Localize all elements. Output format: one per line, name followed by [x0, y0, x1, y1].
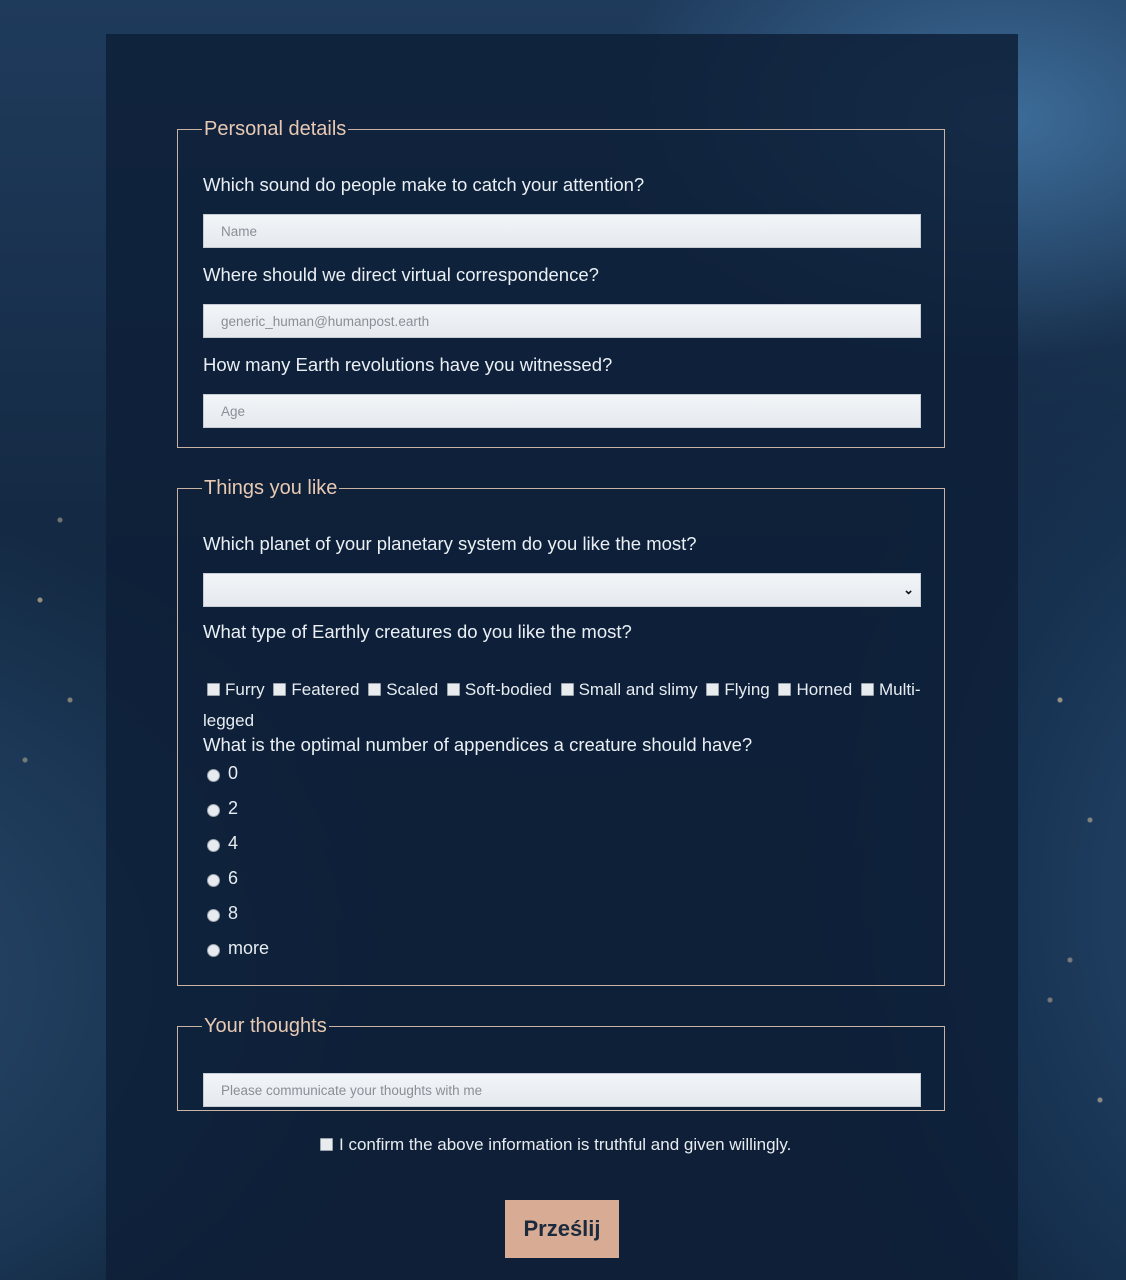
things-you-like-fieldset: Things you like Which planet of your pla…: [177, 476, 945, 986]
checkbox-label: Flying: [724, 680, 770, 699]
survey-form-panel: Personal details Which sound do people m…: [106, 34, 1018, 1280]
radio-button[interactable]: [207, 944, 220, 957]
checkbox-label: Furry: [225, 680, 265, 699]
age-question-label: How many Earth revolutions have you witn…: [203, 354, 613, 375]
appendices-option-0[interactable]: 0: [207, 761, 238, 785]
radio-button[interactable]: [207, 874, 220, 887]
creature-option-flying[interactable]: Flying: [702, 680, 770, 699]
checkbox[interactable]: [860, 683, 874, 696]
radio-button[interactable]: [207, 769, 220, 782]
chevron-down-icon: ⌄: [903, 582, 914, 597]
email-question-label: Where should we direct virtual correspon…: [203, 264, 599, 285]
radio-button[interactable]: [207, 839, 220, 852]
radio-label: 2: [228, 798, 239, 818]
name-input-placeholder: Name: [221, 223, 258, 239]
your-thoughts-fieldset: Your thoughts Please communicate your th…: [177, 1014, 945, 1111]
checkbox-label: Small and slimy: [578, 680, 698, 699]
radio-label: 0: [228, 763, 239, 783]
creatures-checkbox-group: Furry Featered Scaled Soft-bodied Small …: [203, 674, 923, 736]
checkbox[interactable]: [368, 683, 382, 696]
confirm-label: I confirm the above information is truth…: [339, 1135, 792, 1154]
radio-button[interactable]: [207, 804, 220, 817]
radio-label: 6: [228, 868, 239, 888]
creature-option-soft-bodied[interactable]: Soft-bodied: [443, 680, 552, 699]
personal-details-legend: Personal details: [204, 118, 347, 140]
checkbox[interactable]: [560, 683, 574, 696]
email-input[interactable]: generic_human@humanpost.earth: [203, 304, 921, 338]
checkbox[interactable]: [446, 683, 460, 696]
planet-select[interactable]: ⌄: [203, 573, 921, 607]
name-input[interactable]: Name: [203, 214, 921, 248]
checkbox-label: Horned: [796, 680, 853, 699]
planet-question-label: Which planet of your planetary system do…: [203, 533, 697, 554]
creature-option-featered[interactable]: Featered: [269, 680, 359, 699]
things-you-like-legend: Things you like: [204, 477, 338, 499]
radio-button[interactable]: [207, 909, 220, 922]
checkbox-label: Scaled: [386, 680, 439, 699]
appendices-option-8[interactable]: 8: [207, 901, 238, 925]
name-question-label: Which sound do people make to catch your…: [203, 174, 645, 195]
radio-label: 8: [228, 903, 239, 923]
confirm-checkbox[interactable]: [320, 1138, 333, 1151]
appendices-option-4[interactable]: 4: [207, 831, 238, 855]
checkbox[interactable]: [273, 683, 287, 696]
creature-option-scaled[interactable]: Scaled: [364, 680, 438, 699]
checkbox-label: Featered: [291, 680, 360, 699]
appendices-option-6[interactable]: 6: [207, 866, 238, 890]
checkbox-label: Soft-bodied: [464, 680, 552, 699]
submit-button[interactable]: Prześlij: [505, 1200, 619, 1258]
thoughts-placeholder: Please communicate your thoughts with me: [221, 1082, 483, 1098]
thoughts-textarea[interactable]: Please communicate your thoughts with me: [203, 1073, 921, 1107]
appendices-question-label: What is the optimal number of appendices…: [203, 734, 753, 755]
creatures-question-label: What type of Earthly creatures do you li…: [203, 621, 632, 642]
age-input-placeholder: Age: [221, 403, 246, 419]
checkbox[interactable]: [207, 683, 220, 696]
creature-option-small-and-slimy[interactable]: Small and slimy: [557, 680, 698, 699]
personal-details-fieldset: Personal details Which sound do people m…: [177, 117, 945, 448]
creature-option-horned[interactable]: Horned: [774, 680, 852, 699]
confirm-checkbox-row[interactable]: I confirm the above information is truth…: [320, 1133, 791, 1157]
radio-label: 4: [228, 833, 239, 853]
radio-label: more: [228, 938, 270, 958]
checkbox[interactable]: [706, 683, 720, 696]
checkbox[interactable]: [778, 683, 792, 696]
appendices-option-2[interactable]: 2: [207, 796, 238, 820]
your-thoughts-legend: Your thoughts: [204, 1015, 327, 1037]
age-input[interactable]: Age: [203, 394, 921, 428]
creature-option-furry[interactable]: Furry: [203, 680, 265, 699]
appendices-option-more[interactable]: more: [207, 936, 269, 960]
email-input-placeholder: generic_human@humanpost.earth: [221, 313, 430, 329]
